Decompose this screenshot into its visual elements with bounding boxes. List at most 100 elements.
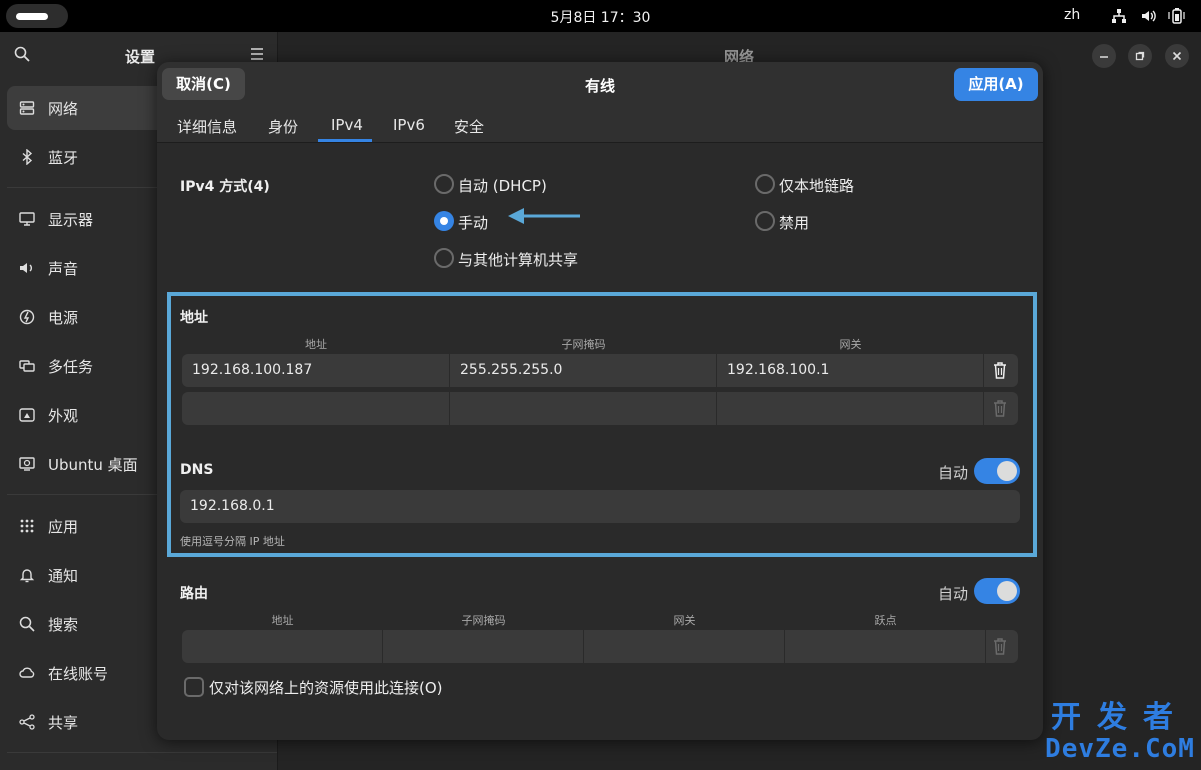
apps-icon — [20, 519, 34, 533]
sidebar-title: 设置 — [125, 48, 156, 66]
clock[interactable]: 5月8日 17：30 — [0, 7, 1201, 27]
sidebar-divider — [7, 752, 277, 753]
route-row — [182, 630, 1018, 663]
netmask-input[interactable]: 255.255.255.0 — [450, 354, 717, 387]
appearance-icon — [19, 408, 35, 422]
dialog-header: 取消(C) 有线 应用(A) 详细信息 身份 IPv4 IPv6 安全 — [157, 62, 1043, 143]
dns-section-title: DNS — [180, 462, 214, 478]
radio-auto-dhcp[interactable] — [434, 174, 454, 194]
column-header-address: 地址 — [305, 338, 327, 351]
tab-details[interactable]: 详细信息 — [177, 116, 237, 137]
route-metric-input[interactable] — [785, 630, 986, 663]
close-button[interactable] — [1165, 44, 1189, 68]
power-icon — [19, 309, 35, 325]
close-icon — [1172, 51, 1182, 61]
radio-label-shared[interactable]: 与其他计算机共享 — [458, 249, 578, 270]
radio-shared[interactable] — [434, 248, 454, 268]
column-header-address: 地址 — [271, 614, 294, 627]
bell-icon — [19, 569, 35, 583]
sidebar-item-label: 通知 — [48, 567, 79, 585]
sidebar-item-label: 声音 — [48, 260, 79, 278]
tab-ipv4[interactable]: IPv4 — [331, 116, 363, 134]
radio-manual[interactable] — [434, 211, 454, 231]
local-resources-only-label[interactable]: 仅对该网络上的资源使用此连接(O) — [209, 677, 443, 698]
trash-icon[interactable] — [993, 362, 1007, 379]
trash-icon — [994, 638, 1006, 655]
active-tab-indicator — [318, 139, 372, 142]
activities-indicator — [16, 13, 48, 20]
radio-label-link-local[interactable]: 仅本地链路 — [779, 175, 854, 196]
address-section-title: 地址 — [180, 310, 208, 326]
address-input[interactable] — [182, 392, 450, 425]
netmask-input[interactable] — [450, 392, 717, 425]
ipv4-method-label: IPv4 方式(4) — [180, 179, 270, 195]
dialog-title: 有线 — [584, 77, 615, 95]
ubuntu-desktop-icon — [19, 457, 35, 471]
watermark-line-2: DevZe.CoM — [1045, 734, 1195, 764]
watermark-logo: 开发者 DevZe.CoM — [1042, 700, 1198, 765]
routes-section-title: 路由 — [180, 586, 208, 602]
radio-link-local[interactable] — [755, 174, 775, 194]
dns-auto-label: 自动 — [938, 464, 969, 482]
gateway-input[interactable] — [717, 392, 984, 425]
minimize-button[interactable] — [1092, 44, 1116, 68]
sidebar-item-label: 应用 — [48, 518, 79, 536]
sidebar-item-label: 在线账号 — [48, 665, 109, 683]
hamburger-menu-icon[interactable] — [250, 47, 264, 61]
radio-label-manual[interactable]: 手动 — [458, 212, 488, 233]
sidebar-item-label: 外观 — [48, 407, 79, 425]
routes-auto-toggle[interactable] — [974, 578, 1020, 604]
trash-icon — [994, 400, 1006, 417]
tab-identity[interactable]: 身份 — [268, 116, 298, 137]
sidebar-item-label: 显示器 — [48, 211, 94, 229]
address-row-empty — [182, 392, 1018, 425]
routes-auto-label: 自动 — [938, 585, 969, 603]
maximize-button[interactable] — [1128, 44, 1152, 68]
sound-icon — [20, 263, 32, 273]
input-language-indicator[interactable]: zh — [1064, 7, 1080, 23]
gateway-input[interactable]: 192.168.100.1 — [717, 354, 984, 387]
route-gateway-input[interactable] — [584, 630, 785, 663]
sidebar-item-label: 蓝牙 — [48, 149, 79, 167]
radio-label-auto-dhcp[interactable]: 自动 (DHCP) — [458, 175, 547, 196]
column-header-gateway: 网关 — [839, 338, 862, 351]
bluetooth-icon — [22, 149, 33, 165]
display-icon — [19, 212, 35, 226]
column-header-netmask: 子网掩码 — [561, 338, 606, 351]
activities-button[interactable] — [6, 4, 68, 28]
local-resources-only-checkbox[interactable] — [184, 677, 204, 697]
toggle-knob — [997, 461, 1017, 481]
sidebar-item-label: 电源 — [48, 309, 79, 327]
online-accounts-icon — [19, 667, 35, 678]
address-row: 192.168.100.187 255.255.255.0 192.168.10… — [182, 354, 1018, 387]
wired-connection-dialog: 取消(C) 有线 应用(A) 详细信息 身份 IPv4 IPv6 安全 IPv4… — [157, 62, 1043, 740]
column-header-gateway: 网关 — [673, 614, 696, 627]
sidebar-item-label: 共享 — [48, 714, 79, 732]
battery-icon[interactable] — [1168, 8, 1186, 24]
annotation-arrow-icon — [508, 208, 580, 224]
sidebar-item-label: 搜索 — [48, 616, 79, 634]
volume-icon[interactable] — [1140, 8, 1156, 24]
watermark-line-1: 开发者 — [1051, 700, 1189, 735]
dns-hint: 使用逗号分隔 IP 地址 — [180, 535, 285, 548]
radio-label-disabled[interactable]: 禁用 — [779, 212, 809, 233]
route-address-input[interactable] — [182, 630, 383, 663]
dns-input[interactable]: 192.168.0.1 — [180, 490, 1020, 523]
dns-auto-toggle[interactable] — [974, 458, 1020, 484]
network-icon — [19, 101, 35, 115]
search-icon[interactable] — [14, 46, 30, 62]
column-header-metric: 跃点 — [874, 614, 897, 627]
restore-icon — [1135, 51, 1145, 61]
tab-ipv6[interactable]: IPv6 — [393, 116, 425, 134]
network-wired-icon[interactable] — [1111, 8, 1127, 24]
sidebar-item-label: 多任务 — [48, 358, 94, 376]
apply-button[interactable]: 应用(A) — [954, 68, 1038, 101]
cancel-button[interactable]: 取消(C) — [162, 68, 245, 100]
search-icon — [19, 616, 35, 632]
column-header-netmask: 子网掩码 — [461, 614, 506, 627]
minimize-icon — [1100, 56, 1108, 58]
route-netmask-input[interactable] — [383, 630, 584, 663]
tab-security[interactable]: 安全 — [454, 116, 484, 137]
radio-disabled[interactable] — [755, 211, 775, 231]
address-input[interactable]: 192.168.100.187 — [182, 354, 450, 387]
